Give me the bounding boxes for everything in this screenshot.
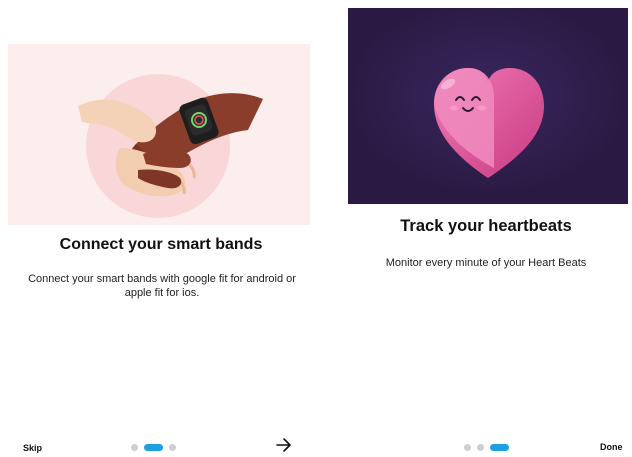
pagination-dots: [464, 444, 509, 451]
pagination-dot-active[interactable]: [490, 444, 509, 451]
screen-title: Track your heartbeats: [400, 217, 572, 235]
pagination-dot[interactable]: [464, 444, 471, 451]
onboarding-screen-connect: Connect your smart bands Connect your sm…: [0, 0, 322, 457]
skip-button[interactable]: Skip: [23, 443, 42, 453]
pagination-dot[interactable]: [169, 444, 176, 451]
screen-title: Connect your smart bands: [59, 236, 263, 253]
screen-description: Monitor every minute of your Heart Beats: [385, 257, 587, 269]
smiling-heart-illustration: [348, 8, 628, 204]
done-button[interactable]: Done: [600, 442, 623, 452]
handshake-smartwatch-illustration: [8, 44, 310, 225]
pagination-dot-active[interactable]: [144, 444, 163, 451]
pagination-dot[interactable]: [477, 444, 484, 451]
pagination-dot[interactable]: [131, 444, 138, 451]
onboarding-screen-heartbeats: Track your heartbeats Monitor every minu…: [340, 0, 632, 457]
pagination-dots: [131, 444, 176, 451]
arrow-right-icon[interactable]: [275, 437, 293, 453]
screen-description: Connect your smart bands with google fit…: [28, 273, 296, 299]
